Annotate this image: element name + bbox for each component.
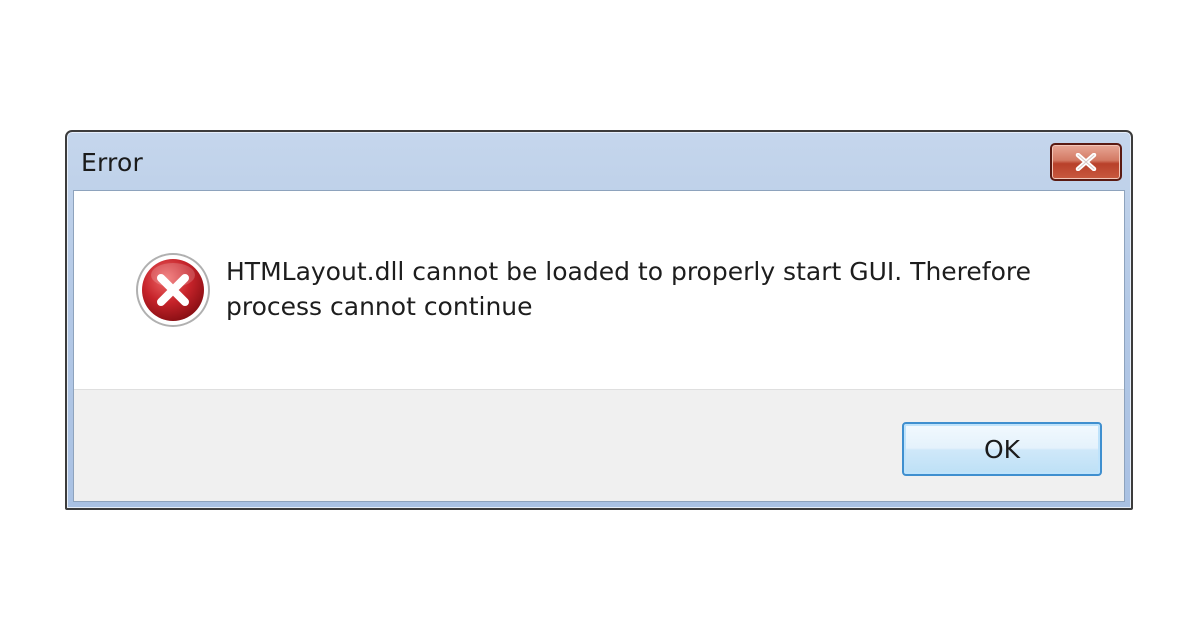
- error-icon: [136, 253, 210, 327]
- title-bar[interactable]: Error: [67, 132, 1131, 190]
- error-dialog: Error HTMLayout.dll cannot be loaded to …: [65, 130, 1133, 510]
- ok-button[interactable]: OK: [902, 422, 1102, 476]
- close-x-icon: [1075, 153, 1097, 171]
- close-button[interactable]: [1050, 143, 1122, 181]
- button-area: OK: [74, 389, 1124, 501]
- message-area: HTMLayout.dll cannot be loaded to proper…: [74, 191, 1124, 389]
- dialog-body: HTMLayout.dll cannot be loaded to proper…: [73, 190, 1125, 502]
- dialog-title: Error: [81, 148, 143, 177]
- error-message: HTMLayout.dll cannot be loaded to proper…: [226, 257, 1031, 321]
